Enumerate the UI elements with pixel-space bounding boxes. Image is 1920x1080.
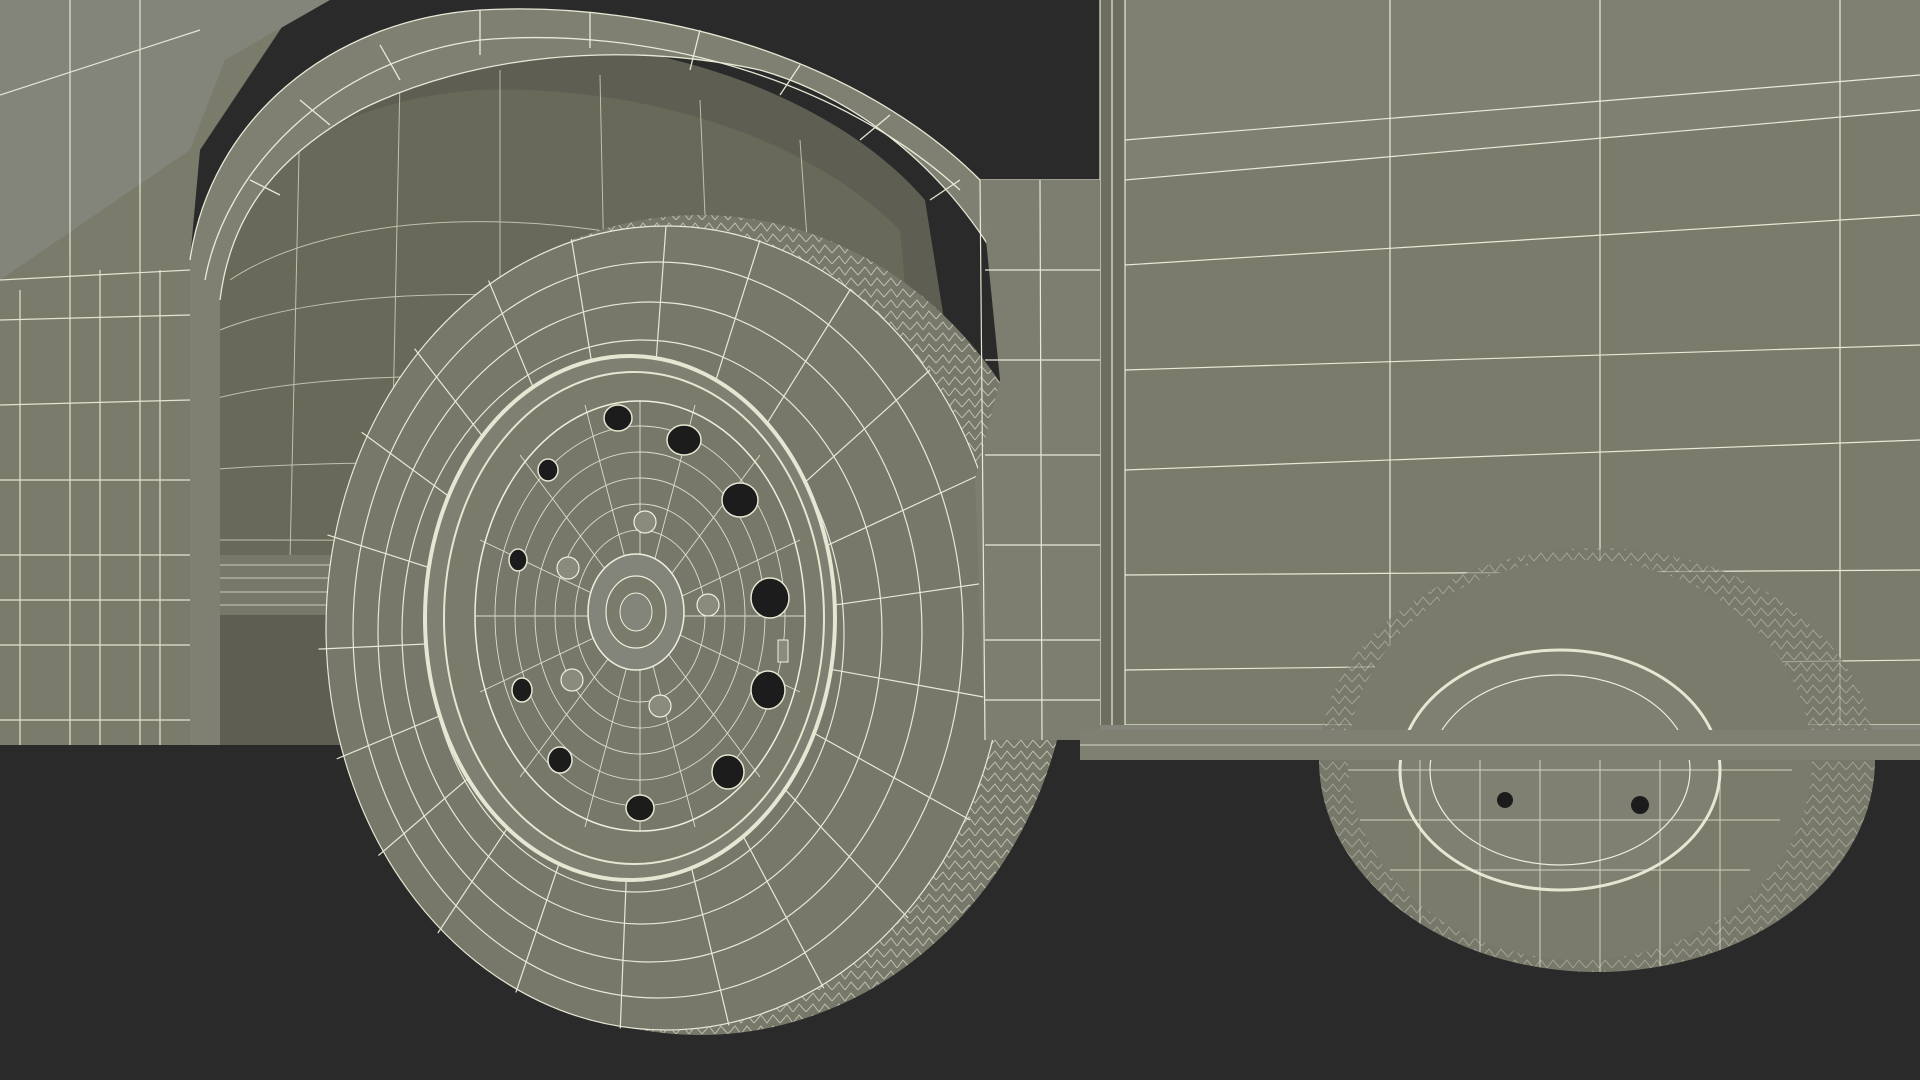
wireframe-render [0,0,1920,1080]
rocker-panel [1080,730,1920,760]
hub [587,553,685,671]
rim [423,354,837,882]
fender-flare [975,179,1100,741]
valve-stem [777,639,789,663]
rear-lug-hole [1631,796,1649,814]
rear-lug-hole [1497,792,1513,808]
